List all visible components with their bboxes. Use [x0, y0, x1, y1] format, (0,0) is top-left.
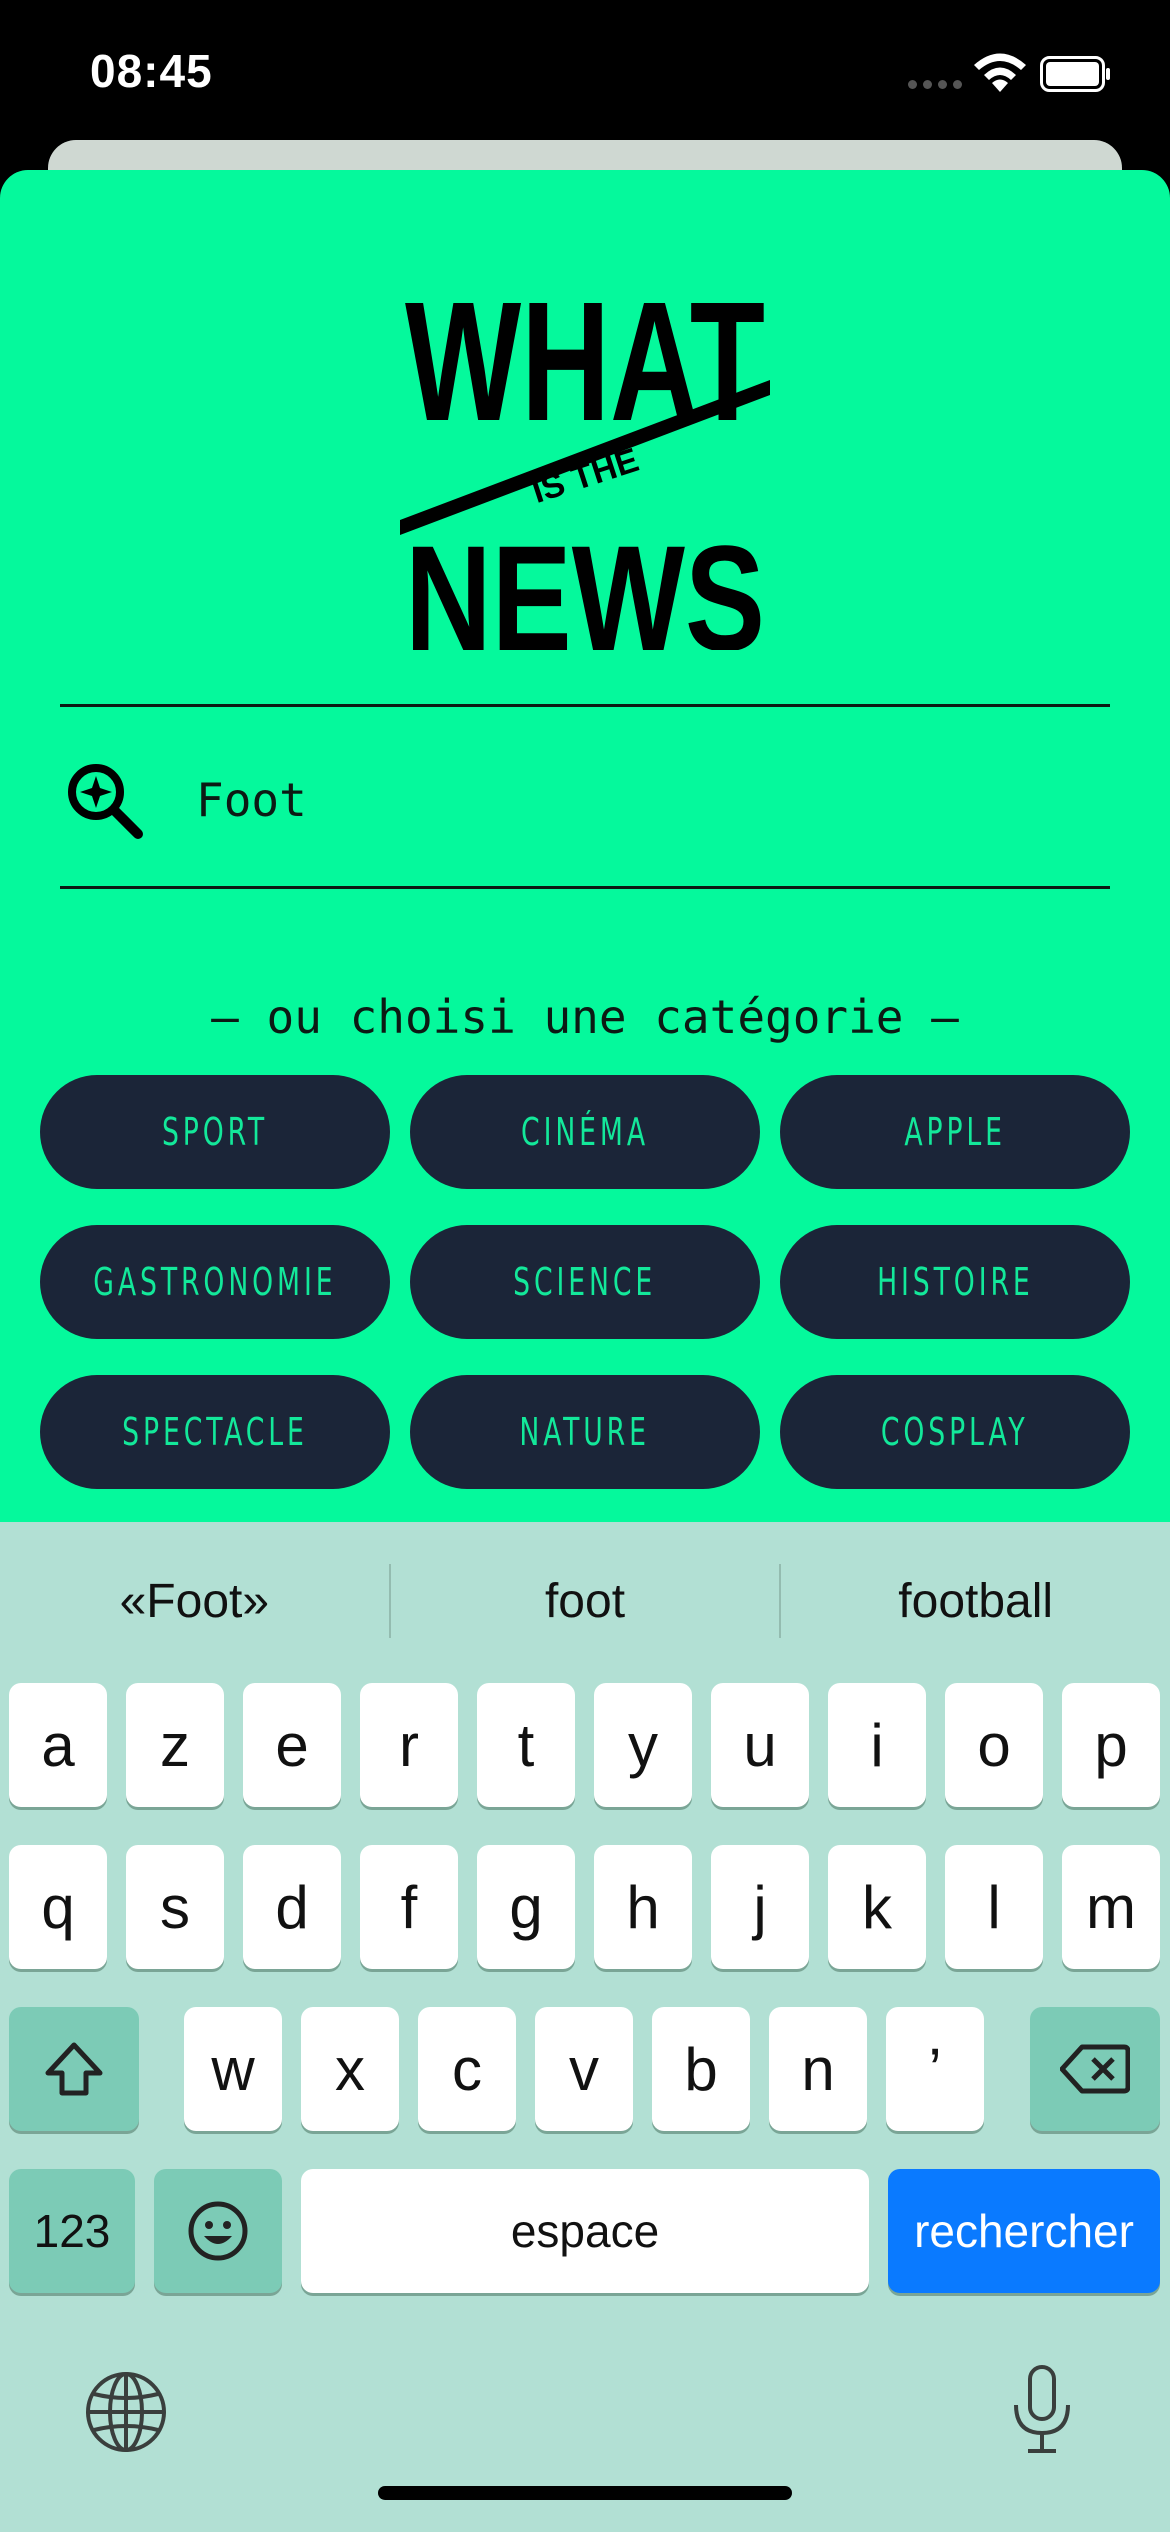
delete-key[interactable] — [1030, 2007, 1160, 2131]
key-i[interactable]: i — [828, 1683, 926, 1807]
key-w[interactable]: w — [184, 2007, 282, 2131]
status-bar: 08:45 — [0, 0, 1170, 150]
key-o[interactable]: o — [945, 1683, 1043, 1807]
category-button-cosplay[interactable]: COSPLAY — [780, 1375, 1130, 1489]
key-apostrophe[interactable]: ’ — [886, 2007, 984, 2131]
search-bottom-rule — [60, 886, 1110, 889]
category-label: HISTOIRE — [876, 1260, 1034, 1304]
svg-text:NEWS: NEWS — [405, 514, 765, 650]
key-l[interactable]: l — [945, 1845, 1043, 1969]
key-q[interactable]: q — [9, 1845, 107, 1969]
key-f[interactable]: f — [360, 1845, 458, 1969]
category-label: SPORT — [161, 1110, 269, 1154]
suggestion-foot[interactable]: foot — [391, 1574, 780, 1629]
key-k[interactable]: k — [828, 1845, 926, 1969]
category-button-science[interactable]: SCIENCE — [410, 1225, 760, 1339]
key-c[interactable]: c — [418, 2007, 516, 2131]
category-label: SCIENCE — [513, 1260, 657, 1304]
shift-icon — [45, 2042, 103, 2096]
search-icon — [68, 764, 143, 839]
category-button-apple[interactable]: APPLE — [780, 1075, 1130, 1189]
what-is-the-news-logo: WHAT IS THE NEWS — [400, 267, 770, 650]
emoji-key[interactable] — [154, 2169, 282, 2293]
category-button-cinema[interactable]: CINÉMA — [410, 1075, 760, 1189]
category-button-gastronomie[interactable]: GASTRONOMIE — [40, 1225, 390, 1339]
battery-icon — [1040, 56, 1110, 92]
search-top-rule — [60, 704, 1110, 707]
key-h[interactable]: h — [594, 1845, 692, 1969]
key-b[interactable]: b — [652, 2007, 750, 2131]
key-a[interactable]: a — [9, 1683, 107, 1807]
key-r[interactable]: r — [360, 1683, 458, 1807]
key-y[interactable]: y — [594, 1683, 692, 1807]
emoji-icon — [188, 2201, 248, 2261]
category-button-histoire[interactable]: HISTOIRE — [780, 1225, 1130, 1339]
category-button-nature[interactable]: NATURE — [410, 1375, 760, 1489]
suggestion-football[interactable]: football — [781, 1574, 1170, 1629]
key-t[interactable]: t — [477, 1683, 575, 1807]
category-button-sport[interactable]: SPORT — [40, 1075, 390, 1189]
suggestion-bar: «Foot» foot football — [0, 1522, 1170, 1680]
key-n[interactable]: n — [769, 2007, 867, 2131]
category-label: GASTRONOMIE — [93, 1260, 337, 1304]
key-s[interactable]: s — [126, 1845, 224, 1969]
category-label: NATURE — [519, 1410, 651, 1454]
key-m[interactable]: m — [1062, 1845, 1160, 1969]
globe-icon[interactable] — [84, 2370, 168, 2454]
backspace-icon — [1060, 2044, 1130, 2094]
key-p[interactable]: p — [1062, 1683, 1160, 1807]
home-indicator — [378, 2486, 792, 2500]
key-e[interactable]: e — [243, 1683, 341, 1807]
suggestion-quoted[interactable]: «Foot» — [0, 1574, 389, 1629]
category-heading: — ou choisi une catégorie — — [211, 990, 959, 1044]
microphone-icon[interactable] — [1010, 2365, 1074, 2455]
category-label: COSPLAY — [881, 1410, 1029, 1454]
key-z[interactable]: z — [126, 1683, 224, 1807]
status-time: 08:45 — [90, 45, 213, 97]
category-grid: SPORT CINÉMA APPLE GASTRONOMIE SCIENCE H… — [40, 1075, 1130, 1489]
key-g[interactable]: g — [477, 1845, 575, 1969]
shift-key[interactable] — [9, 2007, 139, 2131]
category-button-spectacle[interactable]: SPECTACLE — [40, 1375, 390, 1489]
key-j[interactable]: j — [711, 1845, 809, 1969]
category-label: APPLE — [904, 1110, 1006, 1154]
search-input[interactable] — [196, 765, 1076, 835]
key-v[interactable]: v — [535, 2007, 633, 2131]
wifi-icon — [974, 53, 1026, 92]
search-return-key[interactable]: rechercher — [888, 2169, 1160, 2293]
key-x[interactable]: x — [301, 2007, 399, 2131]
cellular-signal-icon — [908, 80, 962, 89]
key-u[interactable]: u — [711, 1683, 809, 1807]
category-label: SPECTACLE — [122, 1410, 308, 1454]
space-key[interactable]: espace — [301, 2169, 869, 2293]
category-label: CINÉMA — [521, 1110, 649, 1154]
svg-text:WHAT: WHAT — [405, 267, 765, 457]
numbers-key[interactable]: 123 — [9, 2169, 135, 2293]
key-d[interactable]: d — [243, 1845, 341, 1969]
